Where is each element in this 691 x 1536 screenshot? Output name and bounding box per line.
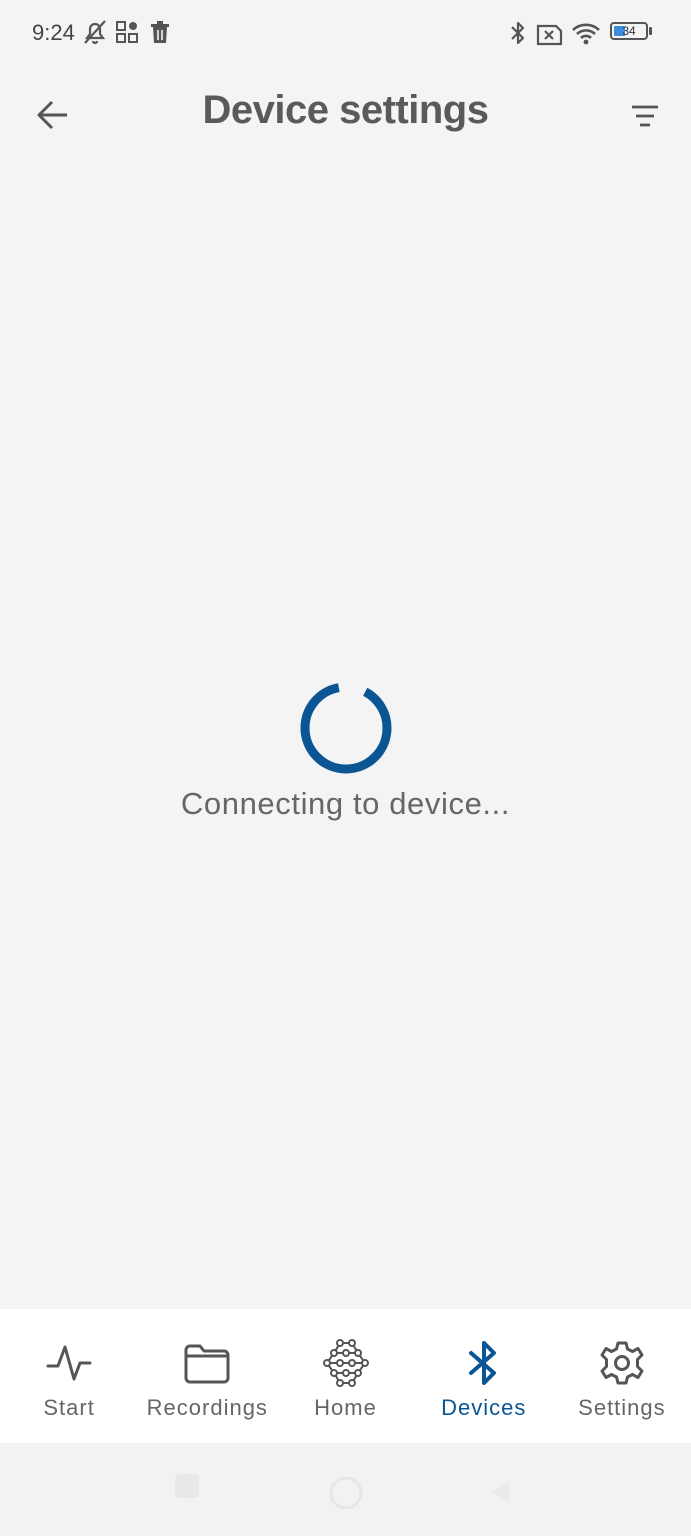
back-system-button[interactable] [488,1479,514,1510]
network-icon [322,1339,369,1387]
bottom-navigation: Start Recordings Home Devices Settings [0,1309,691,1443]
triangle-back-icon [490,1481,510,1503]
system-navigation-bar [0,1443,691,1536]
nav-item-recordings[interactable]: Recordings [138,1309,276,1443]
circle-icon [329,1476,363,1510]
gear-icon [600,1341,644,1385]
spinner-icon [300,682,391,774]
recents-button[interactable] [174,1473,200,1504]
nav-label-recordings: Recordings [146,1395,268,1420]
filter-icon [632,105,658,127]
wifi-icon [572,23,600,45]
sim-off-icon [536,24,563,46]
nav-label-start: Start [43,1395,95,1420]
nav-label-home: Home [314,1395,377,1420]
home-system-button[interactable] [328,1475,364,1516]
nav-item-home[interactable]: Home [276,1309,414,1443]
page-title: Device settings [202,88,489,132]
bell-off-icon [84,20,106,45]
apps-icon [116,21,138,43]
app-bar: Device settings [0,66,691,162]
nav-label-settings: Settings [578,1395,666,1420]
battery-icon: 34 [610,22,656,44]
filter-button[interactable] [625,96,665,136]
loading-message: Connecting to device... [180,786,511,821]
status-time: 9:24 [32,20,75,45]
folder-icon [184,1344,230,1384]
battery-level: 34 [622,24,636,38]
nav-item-start[interactable]: Start [0,1309,138,1443]
nav-label-devices: Devices [441,1395,527,1420]
bluetooth-icon [511,21,525,45]
trash-icon [151,21,169,43]
loading-indicator: Connecting to device... [0,680,691,822]
bluetooth-icon [468,1341,496,1385]
pulse-icon [46,1345,92,1381]
nav-item-settings[interactable]: Settings [553,1309,691,1443]
status-bar: 9:24 34 [0,0,691,66]
nav-item-devices[interactable]: Devices [415,1309,553,1443]
square-icon [175,1474,199,1498]
